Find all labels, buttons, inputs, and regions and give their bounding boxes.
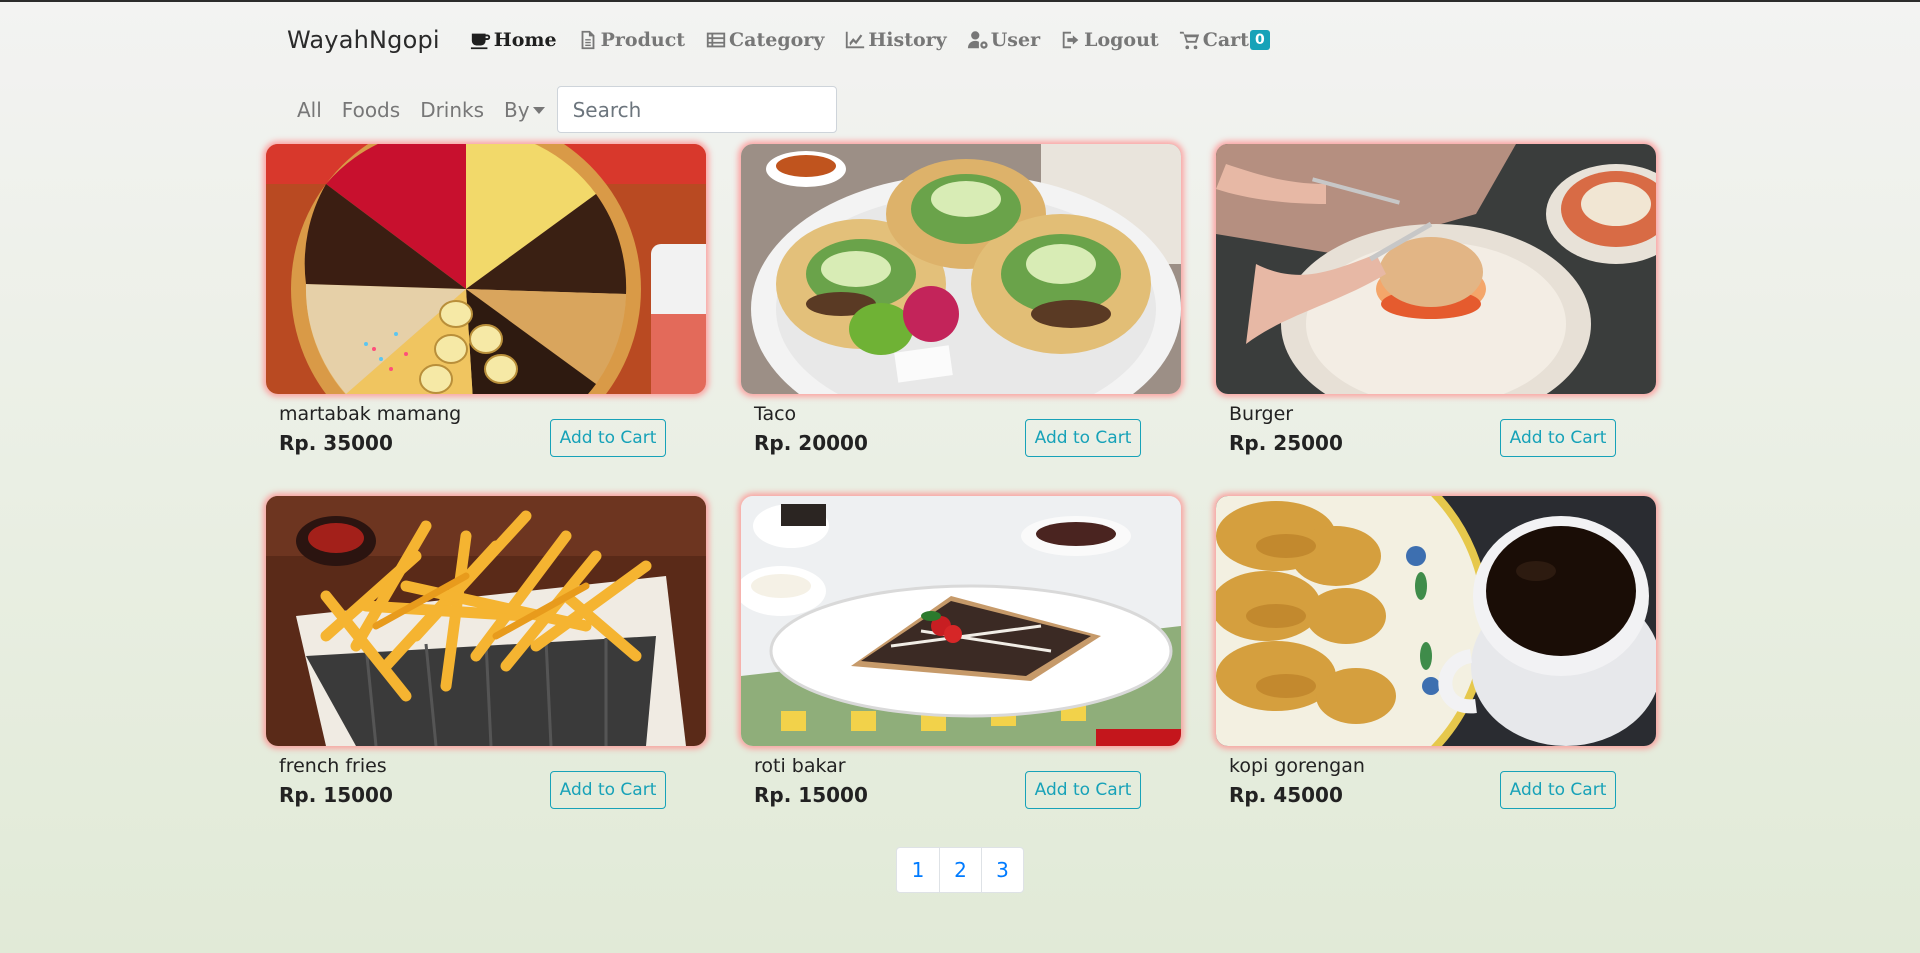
nav-logout[interactable]: Logout bbox=[1060, 29, 1159, 51]
nav-history-label: History bbox=[868, 29, 947, 51]
filter-all[interactable]: All bbox=[287, 98, 332, 122]
search-input[interactable] bbox=[556, 86, 837, 133]
cart-icon bbox=[1179, 31, 1199, 50]
add-to-cart-button[interactable]: Add to Cart bbox=[1500, 419, 1616, 457]
product-card: martabak mamang Rp. 35000 Add to Cart bbox=[266, 144, 706, 459]
product-name: martabak mamang bbox=[279, 403, 462, 425]
nav-category[interactable]: Category bbox=[705, 29, 824, 51]
add-to-cart-button[interactable]: Add to Cart bbox=[1500, 771, 1616, 809]
product-price: Rp. 15000 bbox=[754, 783, 868, 807]
burger-image bbox=[1216, 144, 1656, 394]
nav-home-label: Home bbox=[493, 29, 557, 51]
page-link-2[interactable]: 2 bbox=[939, 848, 981, 892]
product-name: Taco bbox=[754, 403, 797, 425]
product-card: Burger Rp. 25000 Add to Cart bbox=[1216, 144, 1656, 459]
sign-out-icon bbox=[1062, 31, 1079, 49]
product-image[interactable] bbox=[741, 144, 1181, 394]
page-link-1[interactable]: 1 bbox=[897, 848, 939, 892]
nav-cart-label: Cart bbox=[1202, 29, 1249, 51]
product-card: kopi gorengan Rp. 45000 Add to Cart bbox=[1216, 496, 1656, 811]
top-navbar: WayahNgopi Home Product Category History… bbox=[287, 22, 1290, 58]
coffee-icon bbox=[470, 33, 490, 50]
nav-user-label: User bbox=[990, 29, 1041, 51]
add-to-cart-button[interactable]: Add to Cart bbox=[550, 771, 666, 809]
product-name: kopi gorengan bbox=[1229, 755, 1365, 777]
taco-image bbox=[741, 144, 1181, 394]
pagination: 1 2 3 bbox=[896, 847, 1024, 893]
caret-down-icon bbox=[532, 106, 545, 114]
nav-product[interactable]: Product bbox=[577, 29, 685, 51]
nav-category-label: Category bbox=[729, 29, 825, 51]
cart-count-badge: 0 bbox=[1249, 30, 1270, 50]
product-name: Burger bbox=[1229, 403, 1294, 425]
add-to-cart-button[interactable]: Add to Cart bbox=[1025, 419, 1141, 457]
nav-home[interactable]: Home bbox=[470, 29, 557, 51]
add-to-cart-button[interactable]: Add to Cart bbox=[550, 419, 666, 457]
nav-cart[interactable]: Cart 0 bbox=[1179, 29, 1270, 51]
product-card: roti bakar Rp. 15000 Add to Cart bbox=[741, 496, 1181, 811]
filter-bar: All Foods Drinks By bbox=[287, 86, 837, 133]
list-icon bbox=[706, 32, 726, 48]
product-image[interactable] bbox=[266, 144, 706, 394]
add-to-cart-button[interactable]: Add to Cart bbox=[1025, 771, 1141, 809]
product-price: Rp. 45000 bbox=[1229, 783, 1343, 807]
file-icon bbox=[581, 30, 595, 50]
product-image[interactable] bbox=[1216, 144, 1656, 394]
product-price: Rp. 25000 bbox=[1229, 431, 1343, 455]
roti-bakar-image bbox=[741, 496, 1181, 746]
martabak-image bbox=[266, 144, 706, 394]
product-price: Rp. 20000 bbox=[754, 431, 868, 455]
brand-logo[interactable]: WayahNgopi bbox=[287, 26, 440, 54]
chart-line-icon bbox=[846, 31, 865, 49]
product-name: french fries bbox=[279, 755, 387, 777]
filter-foods[interactable]: Foods bbox=[332, 98, 410, 122]
product-name: roti bakar bbox=[754, 755, 846, 777]
filter-drinks[interactable]: Drinks bbox=[410, 98, 494, 122]
user-cog-icon bbox=[967, 31, 988, 49]
page-link-3[interactable]: 3 bbox=[981, 848, 1023, 892]
nav-product-label: Product bbox=[600, 29, 686, 51]
product-card: Taco Rp. 20000 Add to Cart bbox=[741, 144, 1181, 459]
product-image[interactable] bbox=[1216, 496, 1656, 746]
product-price: Rp. 15000 bbox=[279, 783, 393, 807]
sort-by-label: By bbox=[504, 97, 530, 122]
kopi-gorengan-image bbox=[1216, 496, 1656, 746]
sort-by-dropdown[interactable]: By bbox=[494, 98, 555, 122]
nav-user[interactable]: User bbox=[967, 29, 1040, 51]
french-fries-image bbox=[266, 496, 706, 746]
nav-logout-label: Logout bbox=[1084, 29, 1159, 51]
product-image[interactable] bbox=[741, 496, 1181, 746]
product-card: french fries Rp. 15000 Add to Cart bbox=[266, 496, 706, 811]
product-price: Rp. 35000 bbox=[279, 431, 393, 455]
nav-history[interactable]: History bbox=[844, 29, 947, 51]
product-image[interactable] bbox=[266, 496, 706, 746]
